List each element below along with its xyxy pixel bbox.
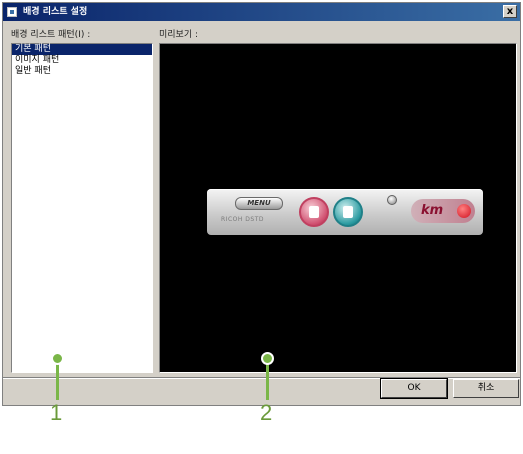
list-item-default-pattern[interactable]: 기본 패턴 — [12, 44, 152, 55]
callout-dot-2 — [261, 352, 274, 365]
list-item-image-pattern[interactable]: 이미지 패턴 — [12, 55, 152, 66]
status-dot-icon — [387, 195, 397, 205]
user-glyph — [343, 206, 353, 218]
preview-pane: MENU RICOH DSTD km — [159, 43, 517, 373]
brand-logo: km — [411, 199, 475, 223]
document-icon — [299, 197, 329, 227]
logo-text: km — [421, 203, 444, 218]
close-button[interactable]: x — [503, 5, 517, 18]
app-icon — [7, 7, 17, 17]
pattern-list-label: 배경 리스트 패턴(I) : — [11, 30, 91, 40]
ok-button[interactable]: OK — [380, 378, 448, 399]
pattern-listbox[interactable]: 기본 패턴 이미지 패턴 일반 패턴 — [11, 43, 153, 373]
logo-dot-icon — [457, 204, 471, 218]
window-title: 배경 리스트 설정 — [23, 7, 88, 17]
callout-dot-1 — [51, 352, 64, 365]
brand-subtitle: RICOH DSTD — [221, 216, 264, 223]
callout-number-1: 1 — [50, 400, 63, 425]
menu-pill: MENU — [235, 197, 283, 210]
launcher-bar-preview: MENU RICOH DSTD km — [207, 189, 483, 235]
list-item-general-pattern[interactable]: 일반 패턴 — [12, 66, 152, 77]
preview-label: 미리보기 : — [159, 30, 199, 40]
background-list-dialog: 배경 리스트 설정 x 배경 리스트 패턴(I) : 미리보기 : 기본 패턴 … — [2, 2, 521, 406]
title-bar: 배경 리스트 설정 x — [3, 3, 520, 21]
document-glyph — [309, 206, 319, 218]
cancel-button[interactable]: 취소 — [453, 379, 519, 398]
callout-number-2: 2 — [260, 400, 273, 425]
user-icon — [333, 197, 363, 227]
